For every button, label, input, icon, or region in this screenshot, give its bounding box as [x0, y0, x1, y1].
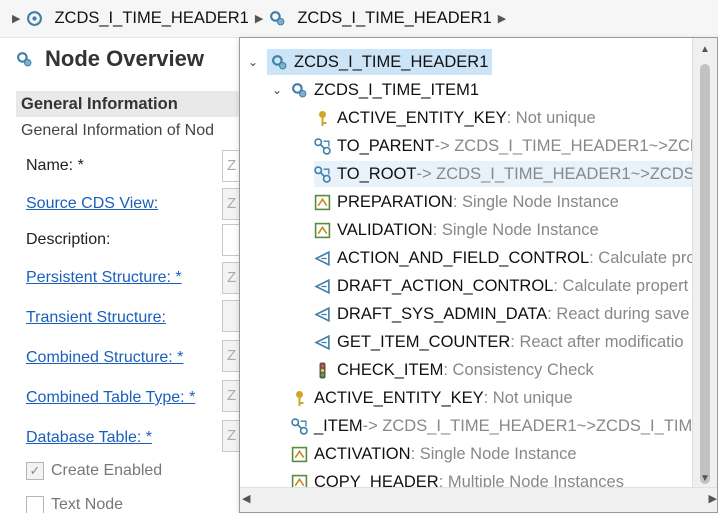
create-enabled-checkbox[interactable]: ✓ Create Enabled — [26, 462, 162, 480]
text-node-checkbox[interactable]: Text Node — [26, 496, 123, 513]
checkmark-icon: ✓ — [26, 462, 44, 480]
key-icon — [319, 110, 327, 126]
action-icon — [314, 306, 330, 322]
tree-item-row[interactable]: GET_ITEM_COUNTER : React after modificat… — [314, 329, 684, 355]
tree-item-name: DRAFT_SYS_ADMIN_DATA — [337, 304, 548, 323]
create-enabled-label: Create Enabled — [51, 462, 163, 479]
tree-item-desc: -> ZCDS_I_TIME_HEADER1~>ZCD — [434, 136, 702, 155]
association-icon — [314, 165, 331, 183]
description-label: Description: — [26, 231, 111, 248]
bo-node-icon — [17, 51, 32, 66]
combined-structure-link[interactable]: Combined Structure: * — [26, 349, 183, 367]
tree-item-desc: : Not unique — [506, 108, 596, 127]
tree-item-name: ACTION_AND_FIELD_CONTROL — [337, 248, 590, 267]
tree-item-desc: -> ZCDS_I_TIME_HEADER1~>ZCDS — [416, 164, 695, 183]
tree-item-row[interactable]: VALIDATION : Single Node Instance — [314, 217, 599, 243]
section-description: General Information of Nod — [21, 122, 214, 139]
tree-item-row[interactable]: CHECK_ITEM : Consistency Check — [314, 357, 594, 383]
action-icon — [314, 334, 330, 350]
association-icon — [314, 137, 331, 155]
tree-item-name: TO_ROOT — [337, 164, 417, 183]
tree-root-name: ZCDS_I_TIME_HEADER1 — [294, 52, 489, 71]
tree-item-row[interactable]: DRAFT_ACTION_CONTROL : Calculate propert — [314, 273, 688, 299]
determination-icon — [314, 222, 331, 238]
breadcrumb-chevron-icon[interactable]: ▶ — [12, 12, 20, 25]
tree-item-name: PREPARATION — [337, 192, 453, 211]
determination-icon — [314, 194, 331, 210]
scroll-down-arrow-icon[interactable]: ▼ — [693, 467, 717, 489]
tree-item-row[interactable]: DRAFT_SYS_ADMIN_DATA : React during save — [314, 301, 689, 327]
tree-item-desc: : React during save — [547, 304, 690, 323]
tree-item-row[interactable]: ACTION_AND_FIELD_CONTROL : Calculate pro — [314, 245, 696, 271]
node-tree-popup[interactable]: ⌄ ZCDS_I_TIME_HEADER1 ⌄ ZCDS_I_TIME_ITEM… — [239, 37, 718, 513]
tree-item1-name: ZCDS_I_TIME_ITEM1 — [314, 80, 480, 99]
tree-item-desc: : Consistency Check — [443, 360, 594, 379]
tree-item-row[interactable]: ACTIVE_ENTITY_KEY : Not unique — [291, 385, 573, 411]
tree-item-desc: : Single Node Instance — [452, 192, 619, 211]
breadcrumb-chevron-icon[interactable]: ▶ — [498, 12, 506, 25]
vertical-scrollbar[interactable]: ▲ ▼ — [692, 38, 717, 489]
breadcrumb-chevron-icon[interactable]: ▶ — [255, 12, 263, 25]
tree-item-row[interactable]: TO_PARENT -> ZCDS_I_TIME_HEADER1~>ZCD — [314, 133, 702, 159]
name-label: Name: * — [26, 157, 84, 174]
breadcrumb-item-header[interactable]: ZCDS_I_TIME_HEADER1 — [26, 9, 249, 28]
transient-structure-link[interactable]: Transient Structure: — [26, 309, 166, 327]
scroll-left-arrow-icon[interactable]: ◀ — [242, 492, 250, 505]
association-icon — [291, 417, 308, 435]
bo-node-icon — [292, 82, 307, 97]
determination-icon — [291, 446, 308, 462]
tree-item-desc: : React after modificatio — [510, 332, 684, 351]
scroll-right-arrow-icon[interactable]: ▶ — [709, 492, 717, 505]
action-icon — [314, 250, 330, 266]
tree-item-name: GET_ITEM_COUNTER — [337, 332, 511, 351]
breadcrumb-item-header-node[interactable]: ZCDS_I_TIME_HEADER1 — [269, 9, 492, 28]
breadcrumb-label: ZCDS_I_TIME_HEADER1 — [54, 9, 249, 27]
tree-item-row[interactable]: PREPARATION : Single Node Instance — [314, 189, 619, 215]
key-icon — [296, 390, 304, 406]
tree-item-desc: : Single Node Instance — [410, 444, 577, 463]
breadcrumb: ▶ ZCDS_I_TIME_HEADER1 ▶ ZCDS_I_TIME_HEAD… — [0, 0, 718, 38]
tree-item-desc: : Not unique — [483, 388, 573, 407]
tree-root-row[interactable]: ⌄ ZCDS_I_TIME_HEADER1 — [245, 49, 493, 75]
page-title-text: Node Overview — [45, 46, 204, 71]
tree-item-row[interactable]: _ITEM -> ZCDS_I_TIME_HEADER1~>ZCDS_I_TIM — [291, 413, 692, 439]
tree-item-name: TO_PARENT — [337, 136, 435, 155]
database-table-link[interactable]: Database Table: * — [26, 429, 152, 447]
tree-item-name: ACTIVE_ENTITY_KEY — [314, 388, 484, 407]
tree-item-desc: : Single Node Instance — [432, 220, 599, 239]
traffic-light-icon — [319, 362, 326, 378]
tree-item-desc: : Calculate pro — [589, 248, 696, 267]
tree-item-row[interactable]: TO_ROOT -> ZCDS_I_TIME_HEADER1~>ZCDS — [314, 161, 695, 187]
tree-item-name: ACTIVATION — [314, 444, 411, 463]
tree-item-name: CHECK_ITEM — [337, 360, 444, 379]
combined-table-type-link[interactable]: Combined Table Type: * — [26, 389, 195, 407]
tree-item1-row[interactable]: ⌄ ZCDS_I_TIME_ITEM1 — [269, 77, 479, 103]
vertical-scroll-thumb[interactable] — [700, 64, 710, 484]
tree-item-name: VALIDATION — [337, 220, 433, 239]
tree-item-row[interactable]: ACTIVE_ENTITY_KEY : Not unique — [314, 105, 596, 131]
bo-node-icon — [272, 54, 287, 69]
source-cds-view-link[interactable]: Source CDS View: — [26, 195, 158, 213]
action-icon — [314, 278, 330, 294]
tree-item-name: _ITEM — [314, 416, 363, 435]
tree-root-label-wrap[interactable]: ZCDS_I_TIME_HEADER1 — [267, 49, 493, 75]
tree-item-desc: -> ZCDS_I_TIME_HEADER1~>ZCDS_I_TIM — [362, 416, 693, 435]
chevron-down-icon[interactable]: ⌄ — [269, 83, 285, 97]
tree-item-name: ACTIVE_ENTITY_KEY — [337, 108, 507, 127]
tree-item-name: DRAFT_ACTION_CONTROL — [337, 276, 554, 295]
horizontal-scrollbar[interactable]: ◀ ▶ — [240, 487, 717, 512]
breadcrumb-label: ZCDS_I_TIME_HEADER1 — [297, 9, 492, 27]
persistent-structure-link[interactable]: Persistent Structure: * — [26, 269, 182, 287]
page-title: Node Overview — [16, 46, 204, 72]
chevron-down-icon[interactable]: ⌄ — [245, 55, 261, 69]
tree-item-row[interactable]: ACTIVATION : Single Node Instance — [291, 441, 577, 467]
bo-node-icon — [270, 11, 285, 26]
checkbox-empty-icon — [26, 496, 44, 513]
scroll-up-arrow-icon[interactable]: ▲ — [693, 38, 717, 60]
cds-view-icon — [27, 11, 43, 26]
text-node-label: Text Node — [51, 496, 124, 513]
section-heading[interactable]: General Information — [16, 91, 241, 117]
tree-item-desc: : Calculate propert — [553, 276, 689, 295]
